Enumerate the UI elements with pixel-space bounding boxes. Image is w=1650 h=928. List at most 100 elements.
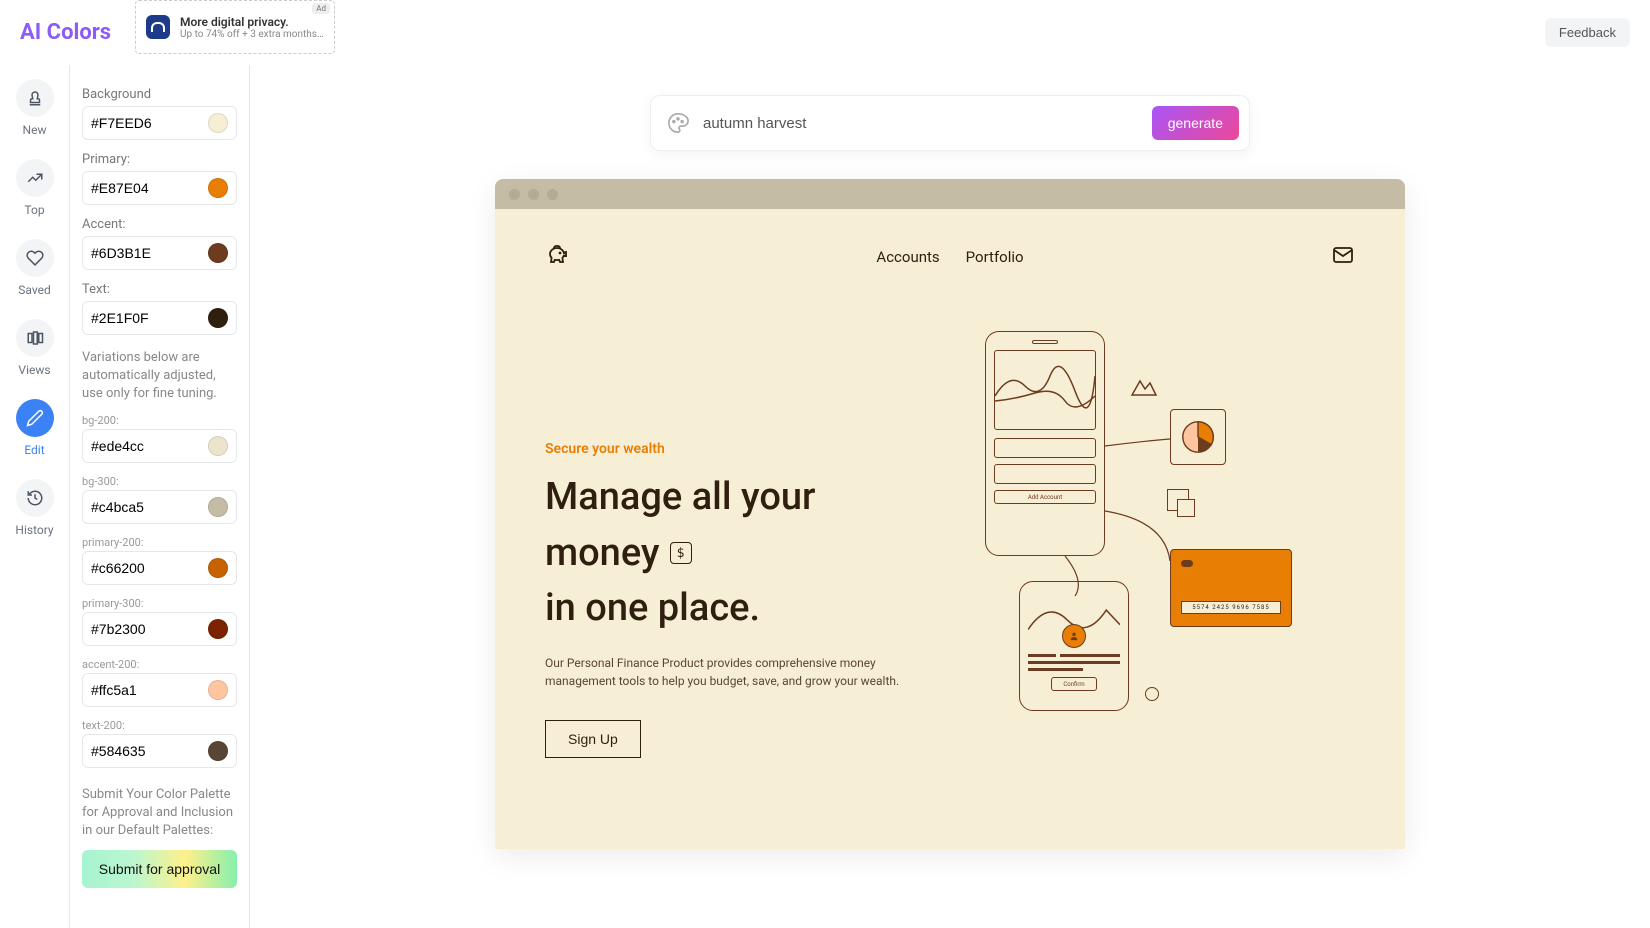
window-dot (528, 189, 539, 200)
nav-label: New (23, 123, 47, 137)
primary-field[interactable] (82, 171, 237, 205)
phone-mockup-1: Add Account (985, 331, 1105, 556)
text-label: Text: (82, 282, 237, 297)
prompt-input[interactable] (703, 115, 1138, 132)
credit-card-icon: 5574 2425 9696 7585 (1170, 549, 1292, 627)
dollar-icon: $ (670, 542, 692, 564)
preview-body: Accounts Portfolio Secure your wealth Ma… (495, 209, 1405, 849)
add-account-chip: Add Account (994, 490, 1096, 504)
nav-rail: New Top Saved Views (0, 65, 70, 928)
primary300-swatch[interactable] (208, 619, 228, 639)
primary200-swatch[interactable] (208, 558, 228, 578)
text-input[interactable] (91, 310, 191, 326)
ad-subtitle: Up to 74% off + 3 extra months — (180, 29, 324, 40)
avatar-icon (1062, 624, 1086, 648)
background-label: Background (82, 87, 237, 102)
preview-window: Accounts Portfolio Secure your wealth Ma… (495, 179, 1405, 849)
bg300-label: bg-300: (82, 475, 237, 488)
bg300-input[interactable] (91, 499, 191, 515)
accent-field[interactable] (82, 236, 237, 270)
advertisement[interactable]: Ad More digital privacy. Up to 74% off +… (135, 0, 335, 54)
text200-field[interactable] (82, 734, 237, 768)
nav-views[interactable]: Views (7, 313, 63, 385)
nav-label: Edit (24, 443, 44, 457)
primary300-input[interactable] (91, 621, 191, 637)
text200-input[interactable] (91, 743, 191, 759)
feedback-button[interactable]: Feedback (1545, 18, 1630, 47)
primary200-input[interactable] (91, 560, 191, 576)
submit-approval-button[interactable]: Submit for approval (82, 850, 237, 888)
canvas: generate Accounts Portfolio (250, 65, 1650, 928)
background-field[interactable] (82, 106, 237, 140)
submit-note: Submit Your Color Palette for Approval a… (82, 786, 237, 841)
text-swatch[interactable] (208, 308, 228, 328)
primary300-field[interactable] (82, 612, 237, 646)
text200-label: text-200: (82, 719, 237, 732)
panels-icon (26, 329, 44, 347)
trending-icon (26, 169, 44, 187)
window-dot (509, 189, 520, 200)
nav-history[interactable]: History (7, 473, 63, 545)
accent200-field[interactable] (82, 673, 237, 707)
hero-illustration: Add Account (945, 331, 1355, 758)
nav-edit[interactable]: Edit (7, 393, 63, 465)
accent-input[interactable] (91, 245, 191, 261)
primary-swatch[interactable] (208, 178, 228, 198)
pie-chart-icon (1170, 409, 1226, 465)
nav-top[interactable]: Top (7, 153, 63, 225)
circle-icon (1145, 687, 1159, 701)
nav-accounts[interactable]: Accounts (876, 248, 939, 266)
bg300-swatch[interactable] (208, 497, 228, 517)
ad-vpn-icon (146, 15, 170, 39)
primary-label: Primary: (82, 152, 237, 167)
text-field[interactable] (82, 301, 237, 335)
mountain-icon (1130, 377, 1158, 397)
edit-panel: Background Primary: Accent: Text: Variat… (70, 65, 250, 928)
nav-label: Saved (18, 283, 50, 297)
hero-title: Manage all your money $ in one place. (545, 475, 905, 632)
nav-label: Views (18, 363, 50, 377)
window-chrome (495, 179, 1405, 209)
heart-icon (26, 249, 44, 267)
piggy-bank-icon (545, 243, 569, 271)
primary200-label: primary-200: (82, 536, 237, 549)
prompt-bar: generate (650, 95, 1250, 151)
phone-mockup-2: Confirm (1019, 581, 1129, 711)
nav-new[interactable]: New (7, 73, 63, 145)
hero-eyebrow: Secure your wealth (545, 441, 905, 457)
variations-note: Variations below are automatically adjus… (82, 349, 237, 404)
window-dot (547, 189, 558, 200)
pencil-icon (26, 409, 44, 427)
stamp-icon (26, 89, 44, 107)
accent-swatch[interactable] (208, 243, 228, 263)
primary300-label: primary-300: (82, 597, 237, 610)
accent200-label: accent-200: (82, 658, 237, 671)
hero-description: Our Personal Finance Product provides co… (545, 654, 905, 690)
bg200-swatch[interactable] (208, 436, 228, 456)
card-number: 5574 2425 9696 7585 (1181, 601, 1281, 614)
ad-title: More digital privacy. (180, 15, 324, 29)
background-swatch[interactable] (208, 113, 228, 133)
bg200-input[interactable] (91, 438, 191, 454)
primary-input[interactable] (91, 180, 191, 196)
history-icon (26, 489, 44, 507)
nav-label: Top (24, 203, 44, 217)
mail-icon[interactable] (1331, 243, 1355, 271)
bg200-label: bg-200: (82, 414, 237, 427)
primary200-field[interactable] (82, 551, 237, 585)
nav-saved[interactable]: Saved (7, 233, 63, 305)
generate-button[interactable]: generate (1152, 106, 1239, 140)
ad-badge: Ad (312, 3, 330, 14)
bg300-field[interactable] (82, 490, 237, 524)
accent200-input[interactable] (91, 682, 191, 698)
palette-icon (667, 112, 689, 134)
bg200-field[interactable] (82, 429, 237, 463)
nav-portfolio[interactable]: Portfolio (966, 248, 1024, 266)
nav-label: History (15, 523, 53, 537)
accent-label: Accent: (82, 217, 237, 232)
background-input[interactable] (91, 115, 191, 131)
text200-swatch[interactable] (208, 741, 228, 761)
logo[interactable]: AI Colors (20, 20, 111, 45)
accent200-swatch[interactable] (208, 680, 228, 700)
signup-button[interactable]: Sign Up (545, 720, 641, 758)
